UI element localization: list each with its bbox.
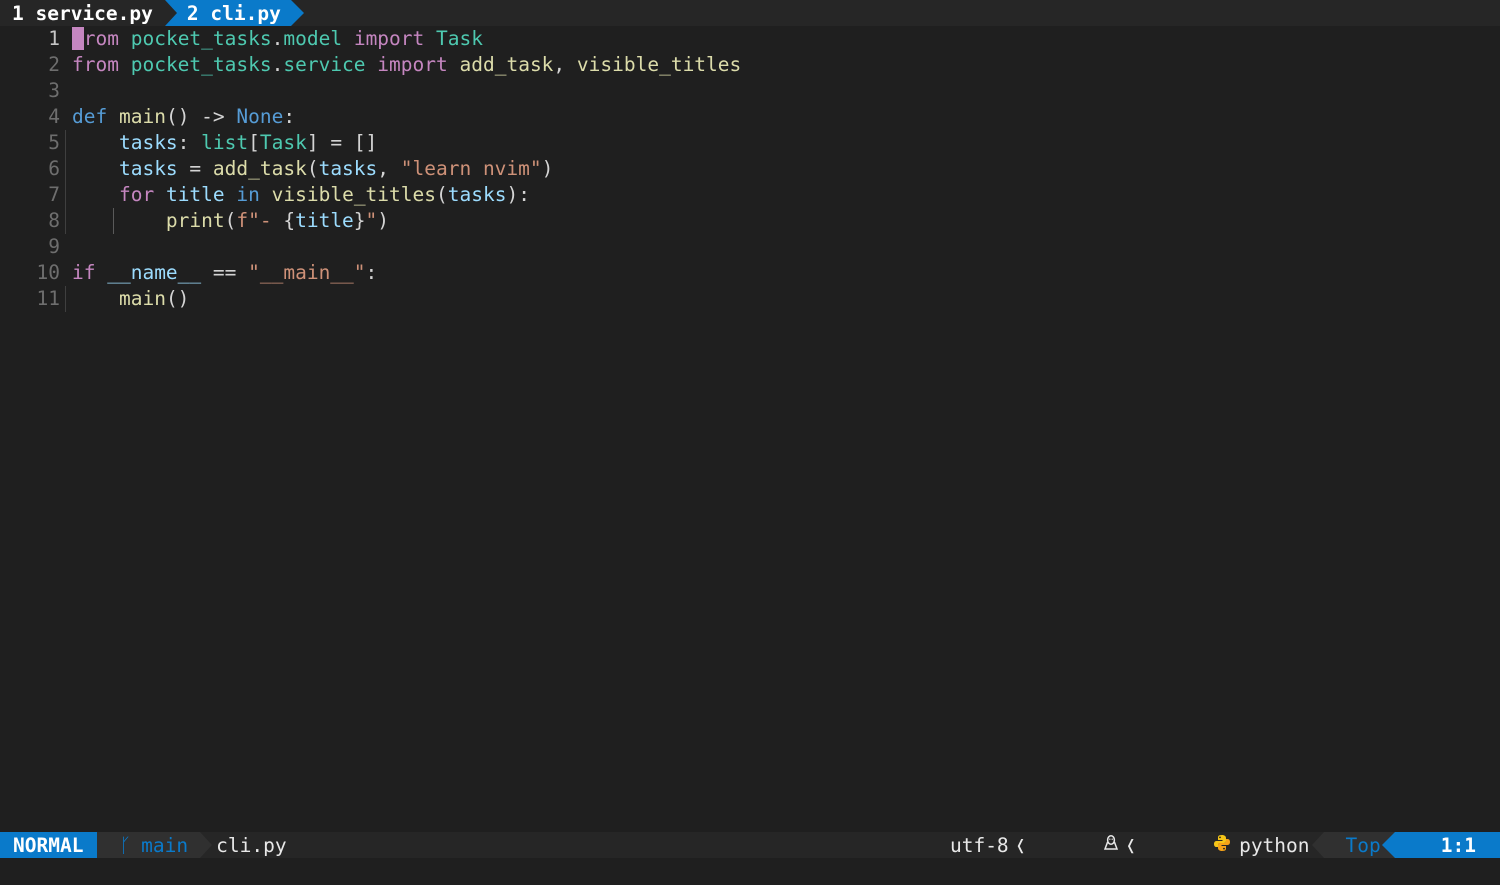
line-number: 11: [36, 287, 60, 310]
tab-service-py[interactable]: 1 service.py: [0, 0, 165, 26]
cursor-position-label: 1:1: [1440, 833, 1476, 857]
file-encoding: utf-8: [950, 832, 1009, 858]
indent-guide: [65, 182, 66, 208]
code-line[interactable]: 5 tasks: list[Task] = []: [0, 130, 1500, 156]
statusline: NORMAL ᚴ main cli.py utf-8 ❬ ❬ python To…: [0, 832, 1500, 858]
code-text: for title in visible_titles(tasks):: [60, 182, 530, 208]
indent-guide-active: [113, 208, 114, 234]
branch-name: main: [141, 833, 189, 857]
code-line[interactable]: 9: [0, 234, 1500, 260]
code-line[interactable]: 11 main(): [0, 286, 1500, 312]
separator-glyph: ❬: [1014, 833, 1027, 857]
code-text: if __name__ == "__main__":: [72, 261, 378, 284]
code-line[interactable]: 10 if __name__ == "__main__":: [0, 260, 1500, 286]
code-text: from pocket_tasks.service import add_tas…: [72, 53, 742, 76]
code-line[interactable]: 2 from pocket_tasks.service import add_t…: [0, 52, 1500, 78]
line-number: 4: [48, 105, 60, 128]
line-number: 8: [48, 209, 60, 232]
indent-guide: [65, 286, 66, 312]
cursor-position: 1:1: [1381, 832, 1500, 858]
line-number: 7: [48, 183, 60, 206]
tab-cli-py[interactable]: 2 cli.py: [164, 0, 304, 26]
code-line[interactable]: 1 from pocket_tasks.model import Task: [0, 26, 1500, 52]
code-text: tasks = add_task(tasks, "learn nvim"): [60, 156, 553, 182]
separator: ❬: [1119, 832, 1143, 858]
encoding-label: utf-8: [949, 833, 1009, 857]
line-number: 10: [36, 261, 60, 284]
mode-label: NORMAL: [13, 833, 84, 857]
cursor: f: [72, 27, 84, 50]
scroll-position-label: Top: [1345, 833, 1381, 857]
line-number: 2: [48, 53, 60, 76]
command-line[interactable]: [0, 858, 1500, 885]
git-branch-icon: ᚴ: [119, 833, 132, 857]
tabline: 1 service.py 2 cli.py: [0, 0, 1500, 26]
line-number: 5: [48, 131, 60, 154]
separator: ❬: [1009, 832, 1033, 858]
line-number: 3: [48, 79, 60, 102]
code-text: from pocket_tasks.model import Task: [72, 27, 483, 50]
line-number: 9: [48, 235, 60, 258]
code-line[interactable]: 4 def main() -> None:: [0, 104, 1500, 130]
editor-buffer[interactable]: 1 from pocket_tasks.model import Task 2 …: [0, 26, 1500, 832]
indent-guide: [65, 130, 66, 156]
separator-glyph: ❬: [1124, 833, 1137, 857]
indent-guide: [65, 208, 66, 234]
statusline-spacer: [287, 832, 950, 858]
git-branch[interactable]: ᚴ main: [97, 832, 212, 858]
code-text: print(f"- {title}"): [60, 208, 389, 234]
code-text: def main() -> None:: [72, 105, 296, 128]
file-name-label: cli.py: [216, 833, 287, 857]
file-name: cli.py: [200, 832, 286, 858]
line-number: 6: [48, 157, 60, 180]
file-format: [1032, 832, 1118, 858]
code-line[interactable]: 8 print(f"- {title}"): [0, 208, 1500, 234]
file-type-label: python: [1239, 833, 1310, 857]
line-number: 1: [48, 27, 60, 50]
code-line[interactable]: 7 for title in visible_titles(tasks):: [0, 182, 1500, 208]
indent-guide: [65, 156, 66, 182]
tab-label: 1 service.py: [12, 1, 153, 25]
code-line[interactable]: 3: [0, 78, 1500, 104]
code-text: main(): [60, 286, 189, 312]
mode-indicator: NORMAL: [0, 832, 111, 858]
tab-label: 2 cli.py: [186, 1, 281, 25]
file-type: python: [1143, 832, 1324, 858]
code-line[interactable]: 6 tasks = add_task(tasks, "learn nvim"): [0, 156, 1500, 182]
code-text: tasks: list[Task] = []: [60, 130, 377, 156]
